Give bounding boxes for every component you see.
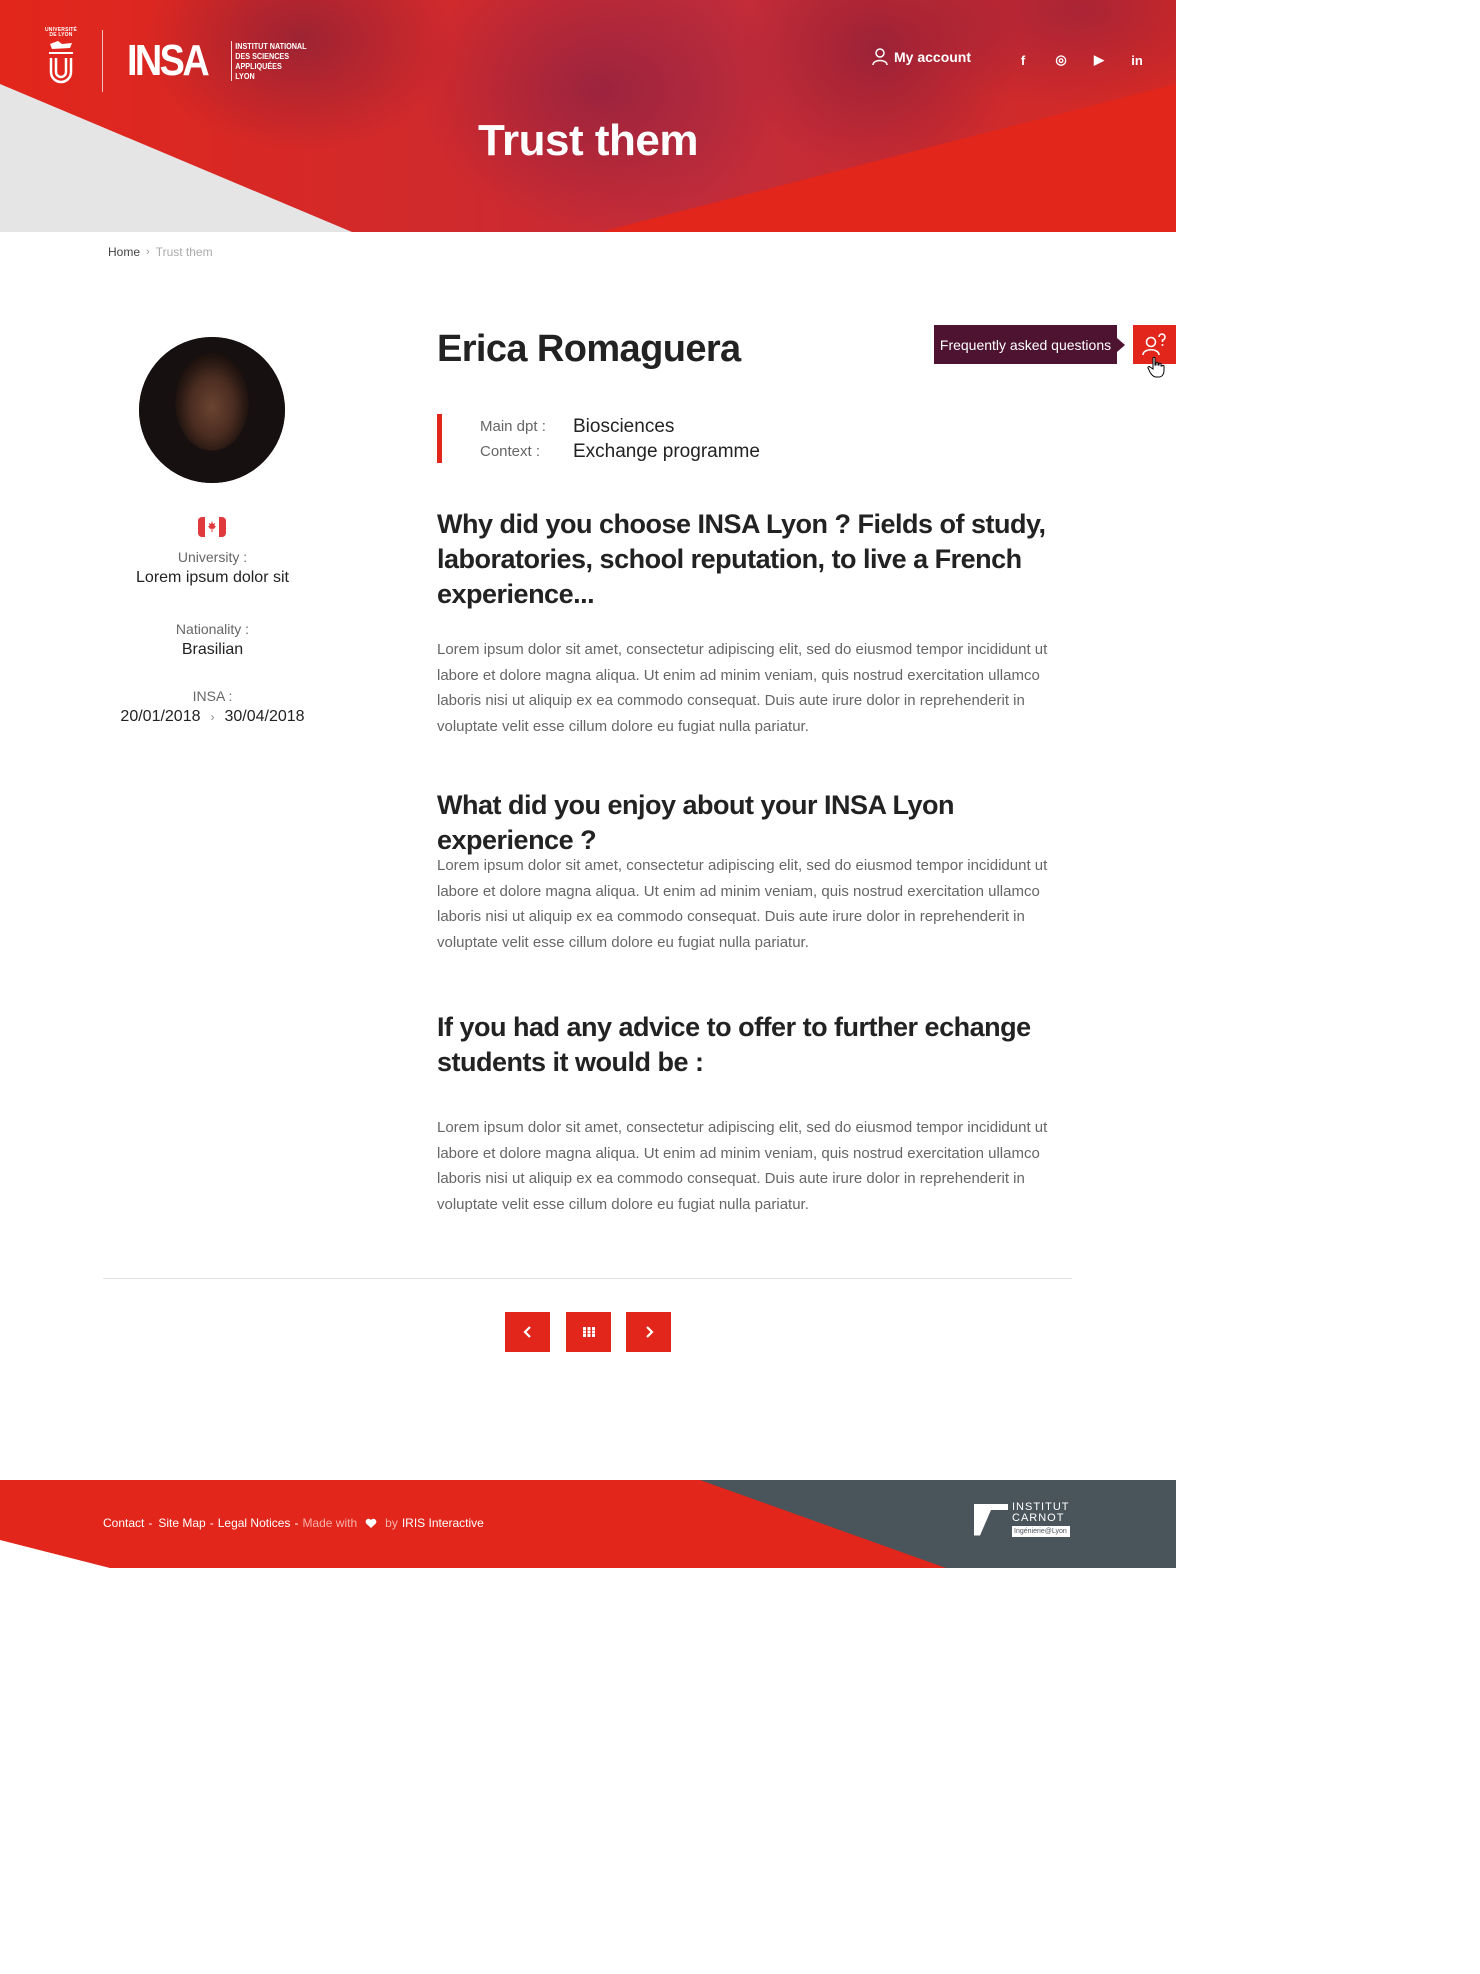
next-button[interactable]: [626, 1312, 671, 1352]
my-account-link[interactable]: My account: [872, 48, 971, 66]
carnot-text: INSTITUT CARNOT Ingénierie@Lyon: [1012, 1502, 1070, 1537]
user-icon: [872, 48, 888, 66]
nationality-value: Brasilian: [181, 641, 244, 658]
question-heading: Why did you choose INSA Lyon ? Fields of…: [437, 509, 1046, 609]
breadcrumb-home[interactable]: Home: [108, 245, 140, 259]
footer-agency-link[interactable]: IRIS Interactive: [402, 1516, 484, 1530]
lion-shield-icon: [49, 41, 73, 84]
carnot-tag: Ingénierie@Lyon: [1012, 1526, 1070, 1537]
grid-icon: [582, 1327, 595, 1337]
site-logo[interactable]: UNIVERSITÉ DE LYON INSA INSTITUT NATIONA…: [44, 28, 320, 94]
flag-band: [219, 517, 226, 537]
insa-logo-subtitle: INSTITUT NATIONAL DES SCIENCES APPLIQUÉE…: [231, 41, 307, 81]
institut-carnot-logo[interactable]: INSTITUT CARNOT Ingénierie@Lyon: [974, 1502, 1070, 1537]
footer-dash: -: [209, 1516, 214, 1530]
my-account-label: My account: [894, 49, 972, 65]
hero-banner: UNIVERSITÉ DE LYON INSA INSTITUT NATIONA…: [0, 0, 1176, 232]
nationality-label: Nationality :: [175, 621, 250, 637]
maple-leaf-icon: [208, 521, 216, 532]
prev-button[interactable]: [505, 1312, 550, 1352]
carnot-line2: CARNOT: [1012, 1512, 1065, 1524]
chevron-right-icon: ›: [210, 710, 215, 724]
youtube-icon[interactable]: ▶: [1080, 50, 1118, 70]
footer-dash: -: [148, 1516, 153, 1530]
insa-subtitle-line: APPLIQUÉES: [235, 61, 282, 71]
chevron-left-icon: [522, 1326, 531, 1338]
insa-subtitle-line: DES SCIENCES: [235, 51, 290, 61]
faq-tooltip[interactable]: Frequently asked questions: [934, 325, 1125, 364]
heart-icon: [365, 1518, 377, 1528]
footer-made-with: Made with: [302, 1516, 358, 1530]
page: UNIVERSITÉ DE LYON INSA INSTITUT NATIONA…: [0, 0, 1176, 1568]
breadcrumb-current: Trust them: [155, 245, 213, 259]
breadcrumb-separator-icon: ›: [146, 246, 150, 258]
facebook-icon[interactable]: f: [1004, 50, 1042, 70]
university-field: University : Lorem ipsum dolor sit: [103, 549, 322, 587]
univ-logo-text: UNIVERSITÉ DE LYON: [44, 27, 77, 38]
footer-legal-link[interactable]: Legal Notices: [218, 1516, 291, 1530]
flag-band: [198, 517, 205, 537]
question-heading: If you had any advice to offer to furthe…: [437, 1012, 1031, 1077]
university-label: University :: [177, 549, 248, 565]
footer: Contact - Site Map - Legal Notices - Mad…: [0, 1480, 1176, 1568]
grid-button[interactable]: [566, 1312, 611, 1352]
footer-contact-link[interactable]: Contact: [103, 1516, 144, 1530]
context-label: Context :: [480, 443, 541, 460]
insa-dates-field: INSA : 20/01/2018 › 30/04/2018: [103, 688, 322, 726]
insa-subtitle-line: LYON: [235, 71, 255, 81]
social-links: f ◎ ▶ in: [1004, 50, 1156, 70]
universite-de-lyon-logo: UNIVERSITÉ DE LYON: [44, 28, 78, 94]
main-dpt-row: Main dpt : Biosciences: [480, 414, 760, 439]
linkedin-icon[interactable]: in: [1118, 50, 1156, 70]
date-from: 20/01/2018: [120, 708, 201, 725]
canada-flag-icon: [198, 517, 226, 537]
footer-sitemap-link[interactable]: Site Map: [158, 1516, 205, 1530]
university-value: Lorem ipsum dolor sit: [136, 569, 289, 586]
page-title: Trust them: [478, 116, 698, 165]
carnot-mark-icon: [974, 1503, 1008, 1536]
instagram-icon[interactable]: ◎: [1042, 50, 1080, 70]
student-meta: Main dpt : Biosciences Context : Exchang…: [437, 414, 760, 463]
avatar: [139, 337, 285, 483]
insa-logo: INSA: [127, 36, 210, 85]
footer-links: Contact - Site Map - Legal Notices - Mad…: [103, 1516, 484, 1530]
flag-center: [205, 517, 219, 537]
hand-cursor-icon: [1147, 356, 1165, 378]
question-heading: What did you enjoy about your INSA Lyon …: [437, 790, 955, 855]
insa-label: INSA :: [192, 688, 233, 704]
content-divider: [103, 1278, 1072, 1279]
footer-dash: -: [294, 1516, 299, 1530]
insa-subtitle-line: INSTITUT NATIONAL: [235, 41, 307, 51]
answer-paragraph: Lorem ipsum dolor sit amet, consectetur …: [437, 857, 1048, 951]
date-to: 30/04/2018: [224, 708, 305, 725]
main-dpt-label: Main dpt :: [480, 418, 546, 435]
footer-by: by: [385, 1516, 398, 1530]
answer-paragraph: Lorem ipsum dolor sit amet, consectetur …: [437, 1119, 1048, 1213]
context-value: Exchange programme: [573, 440, 760, 462]
insa-dates: 20/01/2018 › 30/04/2018: [103, 708, 322, 726]
avatar-hair: [139, 337, 285, 483]
chevron-right-icon: [645, 1326, 654, 1338]
faq-user-question-icon: [1141, 332, 1166, 355]
breadcrumb: Home › Trust them: [108, 245, 213, 259]
logo-separator: [102, 30, 103, 92]
nationality-field: Nationality : Brasilian: [103, 621, 322, 659]
answer-paragraph: Lorem ipsum dolor sit amet, consectetur …: [437, 641, 1048, 735]
context-row: Context : Exchange programme: [480, 439, 760, 464]
main-dpt-value: Biosciences: [573, 415, 675, 437]
person-name: Erica Romaguera: [437, 328, 741, 370]
